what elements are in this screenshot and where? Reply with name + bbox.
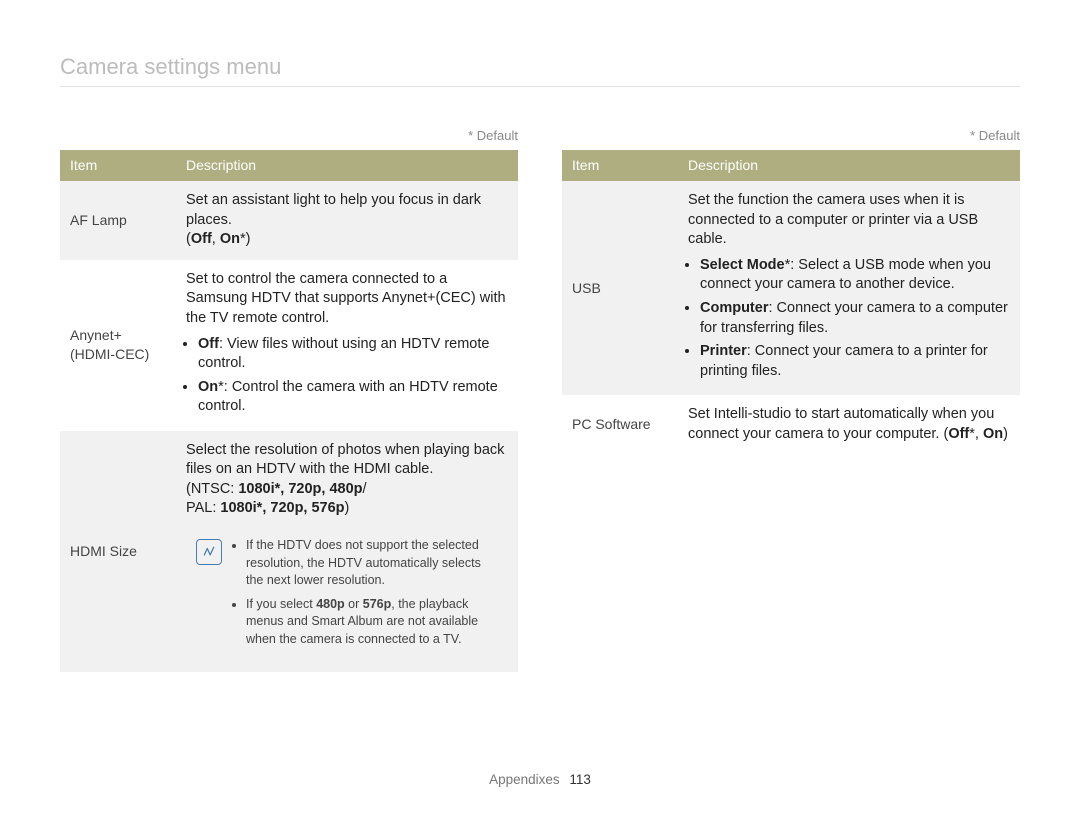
default-note-right: * Default — [562, 127, 1020, 145]
text: Set to control the camera connected to a… — [186, 271, 506, 326]
ntsc-values: 1080i*, 720p, 480p — [238, 481, 362, 497]
option-printer: Printer — [700, 343, 747, 359]
text: : View files without using an HDTV remot… — [198, 336, 489, 372]
table-row: HDMI Size Select the resolution of photo… — [60, 431, 518, 672]
text: 576p — [363, 597, 392, 611]
right-column: * Default Item Description USB Set the f… — [562, 127, 1020, 455]
table-row: Anynet+ (HDMI-CEC) Set to control the ca… — [60, 260, 518, 431]
header-description: Description — [678, 150, 1020, 181]
table-header-row: Item Description — [562, 150, 1020, 181]
header-item: Item — [60, 150, 176, 181]
text: ) — [345, 500, 350, 516]
content-columns: * Default Item Description AF Lamp Set a… — [60, 127, 1020, 672]
desc-hdmi-size: Select the resolution of photos when pla… — [176, 431, 518, 672]
list-item: If the HDTV does not support the selecte… — [246, 537, 498, 590]
list-item: Select Mode*: Select a USB mode when you… — [700, 256, 1010, 295]
page: Camera settings menu * Default Item Desc… — [0, 0, 1080, 815]
text: Set the function the camera uses when it… — [688, 192, 978, 247]
right-table: Item Description USB Set the function th… — [562, 150, 1020, 454]
item-anynet: Anynet+ (HDMI-CEC) — [60, 260, 176, 431]
text: If you select — [246, 597, 316, 611]
option-select-mode: Select Mode — [700, 257, 785, 273]
text: 480p — [316, 597, 345, 611]
option-on: On — [220, 231, 240, 247]
default-note-left: * Default — [60, 127, 518, 145]
option-off: Off — [191, 231, 212, 247]
left-column: * Default Item Description AF Lamp Set a… — [60, 127, 518, 672]
list-item: On*: Control the camera with an HDTV rem… — [198, 378, 508, 417]
text: , — [212, 231, 220, 247]
bullet-list: Off: View files without using an HDTV re… — [186, 335, 508, 417]
list-item: If you select 480p or 576p, the playback… — [246, 596, 498, 649]
table-row: USB Set the function the camera uses whe… — [562, 181, 1020, 395]
item-af-lamp: AF Lamp — [60, 181, 176, 260]
text: Select the resolution of photos when pla… — [186, 442, 504, 478]
table-header-row: Item Description — [60, 150, 518, 181]
text: ) — [1003, 426, 1008, 442]
option-on: On — [983, 426, 1003, 442]
list-item: Printer: Connect your camera to a printe… — [700, 342, 1010, 381]
desc-usb: Set the function the camera uses when it… — [678, 181, 1020, 395]
text: / — [363, 481, 367, 497]
desc-af-lamp: Set an assistant light to help you focus… — [176, 181, 518, 260]
text: (NTSC: — [186, 481, 238, 497]
header-item: Item — [562, 150, 678, 181]
option-on: On — [198, 379, 218, 395]
desc-pc-software: Set Intelli-studio to start automaticall… — [678, 395, 1020, 454]
page-title: Camera settings menu — [60, 52, 1020, 87]
text: *) — [240, 231, 250, 247]
text: or — [345, 597, 363, 611]
table-row: PC Software Set Intelli-studio to start … — [562, 395, 1020, 454]
option-computer: Computer — [700, 300, 768, 316]
item-pc-software: PC Software — [562, 395, 678, 454]
desc-anynet: Set to control the camera connected to a… — [176, 260, 518, 431]
table-row: AF Lamp Set an assistant light to help y… — [60, 181, 518, 260]
pal-values: 1080i*, 720p, 576p — [220, 500, 344, 516]
note-icon — [196, 539, 222, 565]
option-off: Off — [948, 426, 969, 442]
page-footer: Appendixes 113 — [0, 771, 1080, 789]
note-box: If the HDTV does not support the selecte… — [186, 529, 508, 662]
footer-section: Appendixes — [489, 772, 560, 787]
footer-page-number: 113 — [569, 772, 591, 787]
list-item: Off: View files without using an HDTV re… — [198, 335, 508, 374]
note-list: If the HDTV does not support the selecte… — [232, 537, 498, 654]
text: *: Control the camera with an HDTV remot… — [198, 379, 498, 415]
text: *, — [969, 426, 983, 442]
left-table: Item Description AF Lamp Set an assistan… — [60, 150, 518, 672]
bullet-list: Select Mode*: Select a USB mode when you… — [688, 256, 1010, 381]
item-usb: USB — [562, 181, 678, 395]
text: PAL: — [186, 500, 220, 516]
header-description: Description — [176, 150, 518, 181]
text: Set an assistant light to help you focus… — [186, 192, 481, 228]
option-off: Off — [198, 336, 219, 352]
item-hdmi-size: HDMI Size — [60, 431, 176, 672]
list-item: Computer: Connect your camera to a compu… — [700, 299, 1010, 338]
